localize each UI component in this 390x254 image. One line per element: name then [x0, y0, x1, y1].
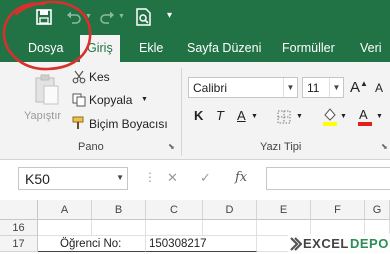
cell-a17[interactable]: Öğrenci No:	[38, 236, 121, 252]
borders-icon[interactable]	[277, 110, 291, 124]
group-divider	[181, 68, 182, 156]
font-name-combo[interactable]: Calibri ▼	[188, 77, 298, 98]
tab-formuller[interactable]: Formüller	[282, 35, 335, 62]
column-header-d[interactable]: D	[203, 200, 257, 220]
paste-button[interactable]: Yapıştır	[24, 72, 68, 126]
name-box[interactable]: K50 ▼	[18, 167, 128, 190]
shrink-font-icon[interactable]: A	[375, 81, 383, 95]
pano-dialog-launcher-icon[interactable]: ⬊	[168, 142, 175, 151]
copy-dropdown-icon[interactable]: ▼	[141, 96, 148, 103]
tab-veri[interactable]: Veri	[360, 35, 382, 62]
cell-c17[interactable]: 150308217	[146, 236, 207, 252]
column-header-g[interactable]: G	[365, 200, 390, 220]
logo-chevron-icon	[290, 237, 302, 251]
insert-function-icon[interactable]: fx	[235, 170, 247, 185]
cell-b17[interactable]	[92, 236, 146, 252]
logo-text-excel: EXCEL	[303, 236, 349, 251]
excel-depo-logo: EXCEL DEPO	[288, 234, 390, 254]
italic-button[interactable]: T	[216, 108, 224, 123]
paste-label: Yapıştır	[24, 110, 62, 122]
copy-icon	[72, 93, 86, 107]
font-color-button[interactable]: A	[357, 107, 373, 127]
cancel-icon[interactable]: ✕	[167, 170, 178, 186]
customize-qat-icon[interactable]: ▾	[167, 10, 172, 21]
font-name-value: Calibri	[193, 81, 228, 95]
logo-text-depo: DEPO	[350, 236, 389, 251]
chevron-down-icon: ▼	[116, 173, 124, 182]
column-header-a[interactable]: A	[38, 200, 92, 220]
redo-dropdown-icon[interactable]: ▼	[118, 13, 125, 20]
chevron-down-icon: ▼	[283, 78, 297, 97]
fill-color-icon[interactable]	[322, 107, 338, 127]
format-painter-icon	[72, 116, 84, 129]
font-size-value: 11	[307, 81, 320, 95]
row-header-17[interactable]: 17	[0, 236, 38, 252]
print-preview-icon[interactable]	[135, 8, 152, 26]
annotation-circle	[2, 0, 92, 71]
font-color-swatch	[358, 122, 372, 126]
copy-button[interactable]: Kopyala	[89, 93, 132, 107]
cell-c16[interactable]	[146, 220, 203, 236]
column-header-c[interactable]: C	[146, 200, 203, 220]
fill-color-dropdown-icon[interactable]: ▼	[340, 113, 347, 120]
font-size-combo[interactable]: 11 ▼	[302, 77, 344, 98]
font-color-icon: A	[359, 107, 368, 122]
name-box-value: K50	[25, 171, 50, 187]
borders-dropdown-icon[interactable]: ▼	[296, 113, 303, 120]
select-all-corner[interactable]	[0, 200, 38, 220]
cell-b16[interactable]	[92, 220, 146, 236]
grow-font-icon[interactable]: A▲	[350, 79, 368, 96]
group-label-font: Yazı Tipi	[260, 141, 302, 153]
format-painter-button[interactable]: Biçim Boyacısı	[89, 117, 168, 131]
cell-a16[interactable]	[38, 220, 92, 236]
tab-ekle[interactable]: Ekle	[139, 35, 163, 62]
font-dialog-launcher-icon[interactable]: ⬊	[381, 142, 388, 151]
underline-button[interactable]: A	[237, 108, 246, 123]
cell-d17[interactable]	[203, 236, 257, 252]
bold-button[interactable]: K	[194, 108, 203, 123]
underline-dropdown-icon[interactable]: ▼	[251, 113, 258, 120]
tab-sayfa-duzeni[interactable]: Sayfa Düzeni	[187, 35, 261, 62]
font-color-dropdown-icon[interactable]: ▼	[376, 113, 383, 120]
formula-bar-grip-icon: ⋮	[144, 170, 156, 184]
enter-icon[interactable]: ✓	[200, 170, 211, 186]
chevron-down-icon: ▼	[329, 78, 343, 97]
column-header-b[interactable]: B	[92, 200, 146, 220]
column-header-f[interactable]: F	[311, 200, 365, 220]
row-header-16[interactable]: 16	[0, 220, 38, 236]
formula-input[interactable]	[266, 167, 390, 190]
column-header-e[interactable]: E	[257, 200, 311, 220]
cell-d16[interactable]	[203, 220, 257, 236]
group-label-pano: Pano	[78, 141, 104, 153]
